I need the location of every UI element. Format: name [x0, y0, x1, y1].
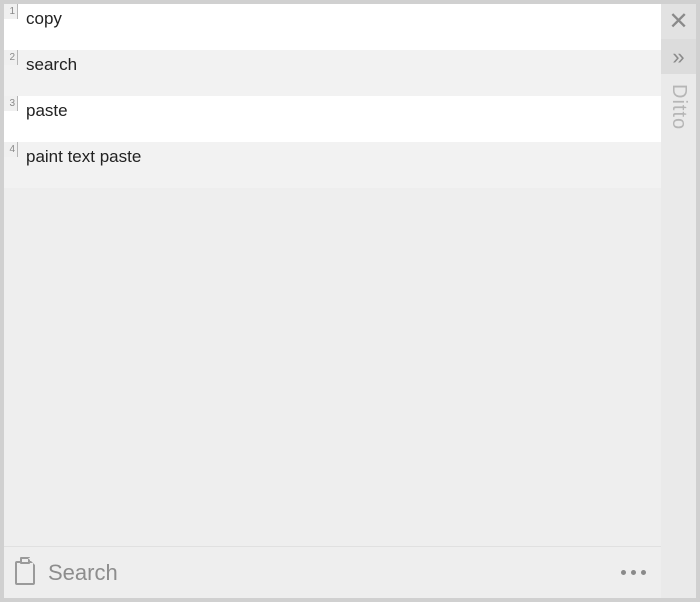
close-icon: ✕ [668, 10, 688, 34]
clip-index: 4 [4, 142, 18, 157]
ditto-window: 1 copy 2 search 3 paste 4 paint text pas… [0, 0, 700, 602]
clip-list: 1 copy 2 search 3 paste 4 paint text pas… [4, 4, 661, 546]
chevron-right-icon: » [672, 44, 684, 70]
clip-index: 3 [4, 96, 18, 111]
clip-text: paint text paste [18, 142, 149, 168]
clip-item[interactable]: 1 copy [4, 4, 661, 50]
clip-index: 2 [4, 50, 18, 65]
collapse-button[interactable]: » [661, 39, 696, 74]
close-button[interactable]: ✕ [661, 4, 696, 39]
search-bar [4, 546, 661, 598]
clip-item[interactable]: 3 paste [4, 96, 661, 142]
clip-index: 1 [4, 4, 18, 19]
clip-text: search [18, 50, 85, 76]
clipboard-icon[interactable] [14, 560, 36, 586]
clip-item[interactable]: 4 paint text paste [4, 142, 661, 188]
search-input[interactable] [48, 560, 603, 586]
clip-text: paste [18, 96, 76, 122]
more-button[interactable] [615, 558, 651, 588]
sidebar: ✕ » Ditto [661, 4, 696, 598]
main-panel: 1 copy 2 search 3 paste 4 paint text pas… [4, 4, 661, 598]
app-title: Ditto [667, 84, 690, 130]
clip-text: copy [18, 4, 70, 30]
clip-item[interactable]: 2 search [4, 50, 661, 96]
